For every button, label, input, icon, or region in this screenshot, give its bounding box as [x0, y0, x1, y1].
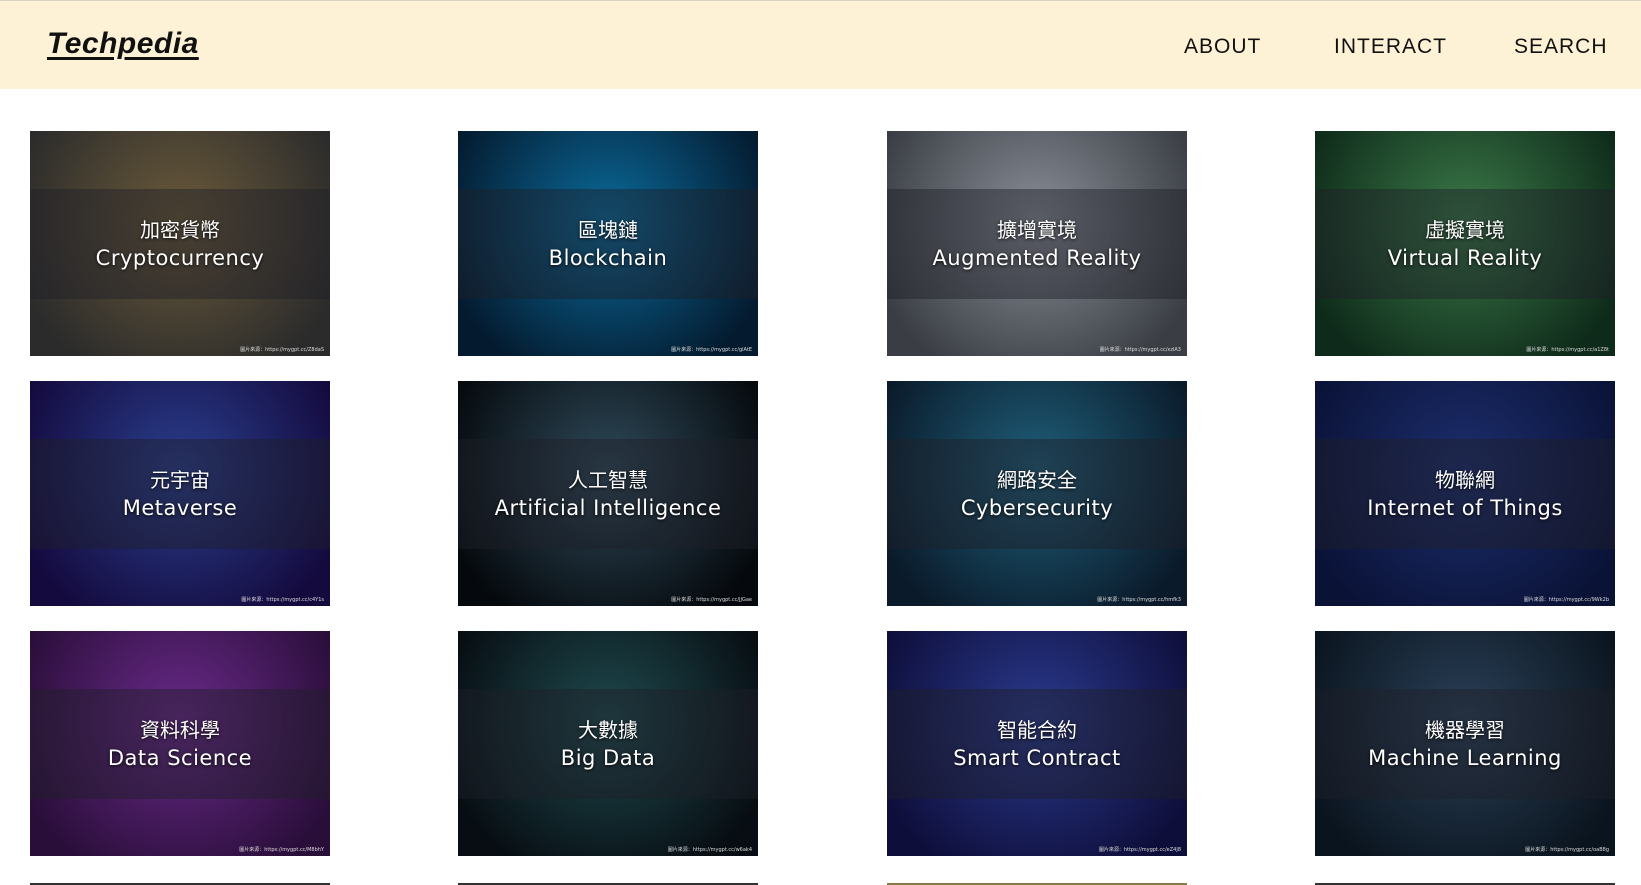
topic-card-augmented-reality[interactable]: 擴增實境 Augmented Reality 圖片來源：https://mygp…: [887, 131, 1187, 356]
card-title-zh: 元宇宙: [150, 468, 210, 492]
topic-card-cybersecurity[interactable]: 網路安全 Cybersecurity 圖片來源：https://mygpt.cc…: [887, 381, 1187, 606]
card-title-zh: 人工智慧: [568, 468, 648, 492]
image-credit: 圖片來源：https://mygpt.cc/9Wk2b: [1523, 597, 1609, 603]
topic-card-internet-of-things[interactable]: 物聯網 Internet of Things 圖片來源：https://mygp…: [1315, 381, 1615, 606]
card-title: 人工智慧 Artificial Intelligence: [458, 466, 758, 522]
card-title: 加密貨幣 Cryptocurrency: [30, 216, 330, 272]
card-title-en: Smart Contract: [953, 746, 1121, 770]
card-title: 元宇宙 Metaverse: [30, 466, 330, 522]
card-title-en: Big Data: [560, 746, 656, 770]
topic-card-big-data[interactable]: 大數據 Big Data 圖片來源：https://mygpt.cc/w6ak4: [458, 631, 758, 856]
card-title-zh: 機器學習: [1425, 718, 1505, 742]
image-credit: 圖片來源：https://mygpt.cc/glAtE: [671, 347, 752, 353]
image-credit: 圖片來源：https://mygpt.cc/oaB8g: [1525, 847, 1609, 853]
topic-card-virtual-reality[interactable]: 虛擬實境 Virtual Reality 圖片來源：https://mygpt.…: [1315, 131, 1615, 356]
card-title: 網路安全 Cybersecurity: [887, 466, 1187, 522]
card-title-en: Metaverse: [122, 496, 238, 520]
topic-card-machine-learning[interactable]: 機器學習 Machine Learning 圖片來源：https://mygpt…: [1315, 631, 1615, 856]
card-title-zh: 網路安全: [997, 468, 1077, 492]
card-title: 物聯網 Internet of Things: [1315, 466, 1615, 522]
image-credit: 圖片來源：https://mygpt.cc/Z8daS: [240, 347, 324, 353]
card-title-en: Cybersecurity: [960, 496, 1114, 520]
card-title: 機器學習 Machine Learning: [1315, 716, 1615, 772]
topic-card-blockchain[interactable]: 區塊鏈 Blockchain 圖片來源：https://mygpt.cc/glA…: [458, 131, 758, 356]
card-title: 資料科學 Data Science: [30, 716, 330, 772]
card-title-en: Internet of Things: [1367, 496, 1563, 520]
topic-card-grid: 加密貨幣 Cryptocurrency 圖片來源：https://mygpt.c…: [0, 0, 1641, 885]
image-credit: 圖片來源：https://mygpt.cc/hmfk3: [1097, 597, 1181, 603]
card-title-zh: 加密貨幣: [140, 218, 220, 242]
card-title-zh: 區塊鏈: [578, 218, 638, 242]
topic-card-data-science[interactable]: 資料科學 Data Science 圖片來源：https://mygpt.cc/…: [30, 631, 330, 856]
card-title-en: Data Science: [107, 746, 253, 770]
card-title: 大數據 Big Data: [458, 716, 758, 772]
card-title: 擴增實境 Augmented Reality: [887, 216, 1187, 272]
card-title-en: Artificial Intelligence: [494, 496, 722, 520]
topic-card-metaverse[interactable]: 元宇宙 Metaverse 圖片來源：https://mygpt.cc/c4Y1…: [30, 381, 330, 606]
image-credit: 圖片來源：https://mygpt.cc/M8bhY: [239, 847, 324, 853]
image-credit: 圖片來源：https://mygpt.cc/eZ4J8: [1098, 847, 1181, 853]
image-credit: 圖片來源：https://mygpt.cc/w6ak4: [667, 847, 752, 853]
card-title-zh: 大數據: [578, 718, 638, 742]
card-title-zh: 擴增實境: [997, 218, 1077, 242]
card-title: 虛擬實境 Virtual Reality: [1315, 216, 1615, 272]
card-title-zh: 物聯網: [1435, 468, 1495, 492]
topic-card-smart-contract[interactable]: 智能合約 Smart Contract 圖片來源：https://mygpt.c…: [887, 631, 1187, 856]
image-credit: 圖片來源：https://mygpt.cc/JJGae: [671, 597, 752, 603]
card-title: 智能合約 Smart Contract: [887, 716, 1187, 772]
card-title-en: Cryptocurrency: [95, 246, 265, 270]
topic-card-artificial-intelligence[interactable]: 人工智慧 Artificial Intelligence 圖片來源：https:…: [458, 381, 758, 606]
card-title-en: Augmented Reality: [932, 246, 1142, 270]
image-credit: 圖片來源：https://mygpt.cc/a1Z8t: [1526, 347, 1609, 353]
card-title-en: Virtual Reality: [1387, 246, 1543, 270]
card-title-zh: 資料科學: [140, 718, 220, 742]
card-title-en: Machine Learning: [1368, 746, 1562, 770]
card-title-zh: 智能合約: [997, 718, 1077, 742]
card-title: 區塊鏈 Blockchain: [458, 216, 758, 272]
topic-card-cryptocurrency[interactable]: 加密貨幣 Cryptocurrency 圖片來源：https://mygpt.c…: [30, 131, 330, 356]
card-title-zh: 虛擬實境: [1425, 218, 1505, 242]
image-credit: 圖片來源：https://mygpt.cc/xzlA3: [1099, 347, 1181, 353]
card-title-en: Blockchain: [548, 246, 668, 270]
image-credit: 圖片來源：https://mygpt.cc/c4Y1s: [241, 597, 324, 603]
